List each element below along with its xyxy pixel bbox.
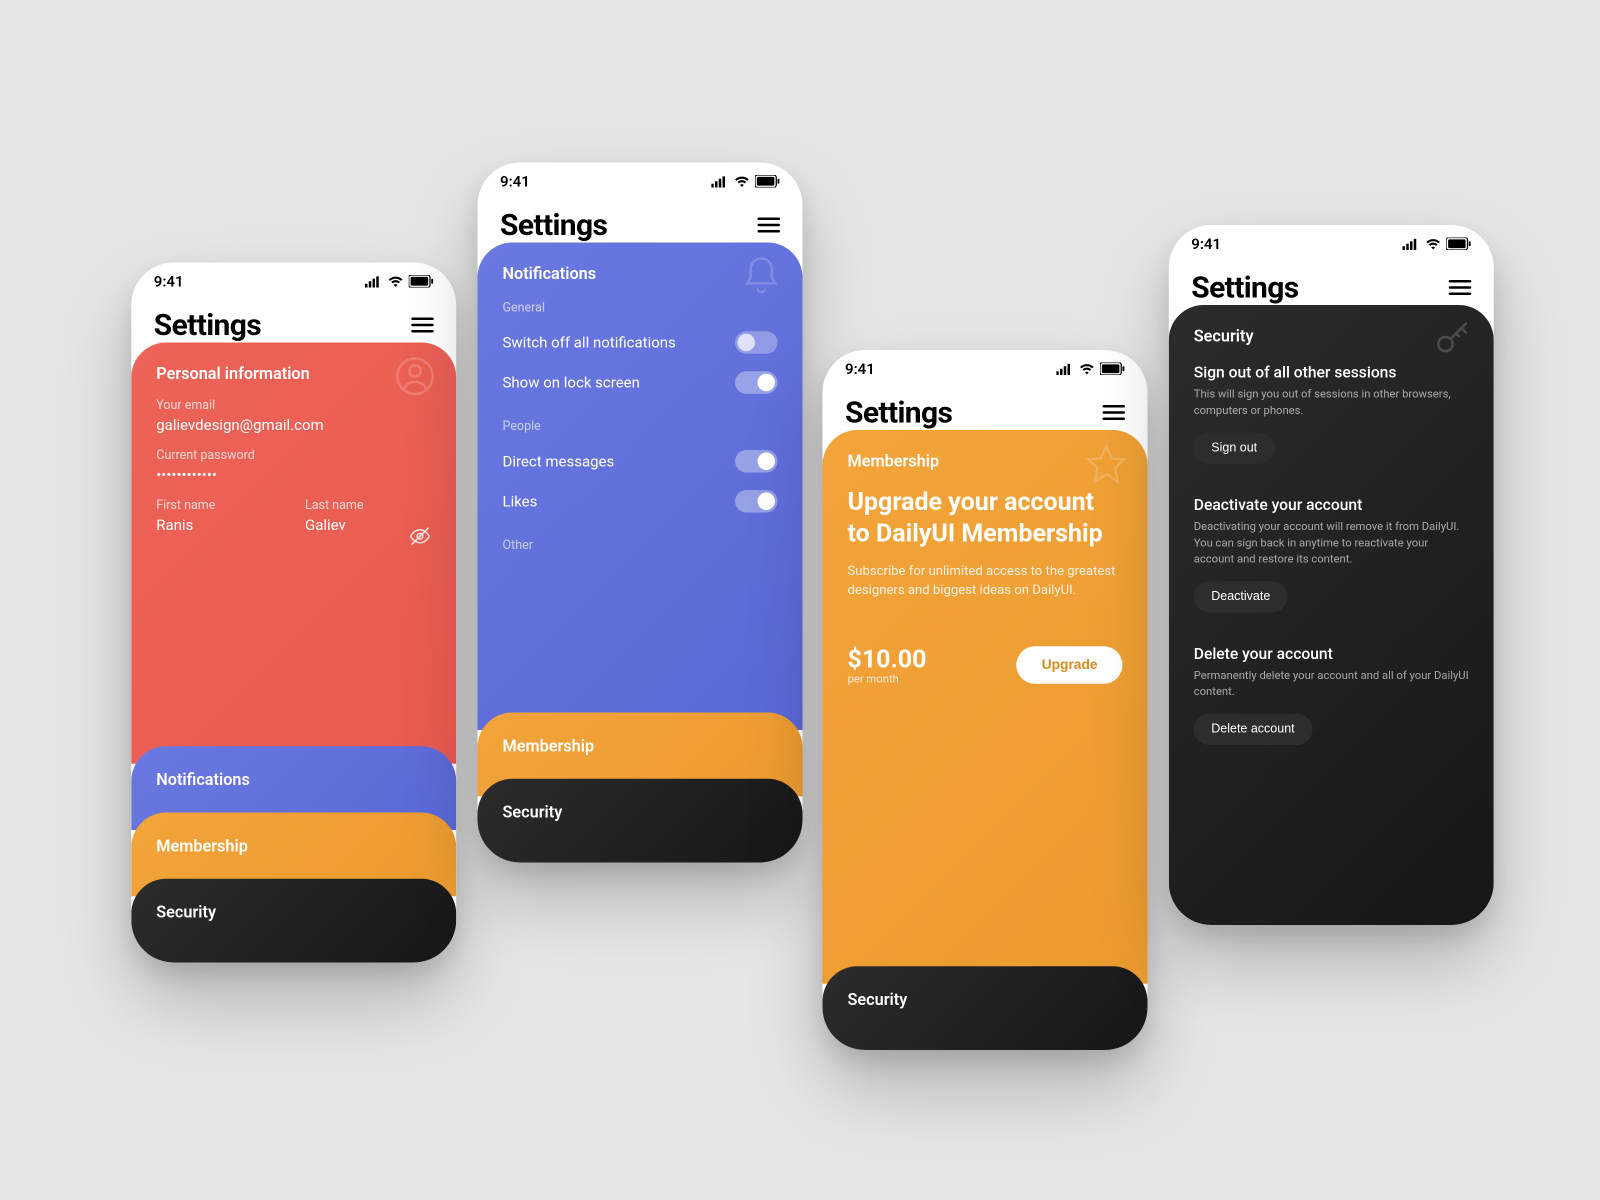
signal-icon (1403, 238, 1421, 249)
tab-notifications-label: Notifications (156, 771, 431, 790)
row-switch-off: Switch off all notifications (503, 323, 778, 363)
lock-screen-label: Show on lock screen (503, 374, 640, 392)
wifi-icon (1425, 238, 1441, 249)
toggle-switch-off[interactable] (735, 331, 778, 354)
wifi-icon (388, 276, 404, 287)
status-icons (1403, 238, 1472, 251)
block-delete: Delete your account Permanently delete y… (1194, 645, 1469, 745)
deactivate-desc: Deactivating your account will remove it… (1194, 520, 1469, 569)
menu-button[interactable] (1449, 280, 1472, 295)
statusbar: 9:41 (1169, 225, 1494, 263)
lastname-label: Last name (305, 499, 431, 513)
signal-icon (711, 176, 729, 187)
key-icon (1431, 318, 1474, 361)
bell-icon (740, 255, 783, 298)
section-title-personal: Personal information (156, 365, 431, 384)
upgrade-button[interactable]: Upgrade (1017, 647, 1123, 685)
wifi-icon (734, 176, 750, 187)
eye-off-icon[interactable] (409, 525, 432, 548)
toggle-likes[interactable] (735, 490, 778, 513)
section-security[interactable]: Security Sign out of all other sessions … (1169, 305, 1494, 925)
menu-button[interactable] (411, 318, 434, 333)
star-icon (1085, 443, 1128, 486)
status-icons (365, 275, 434, 288)
battery-icon (1446, 238, 1471, 251)
page-title: Settings (500, 208, 607, 243)
signal-icon (1056, 363, 1074, 374)
signal-icon (365, 276, 383, 287)
phone-membership: 9:41 Settings Membership Upgrade your ac… (823, 350, 1148, 1050)
battery-icon (409, 275, 434, 288)
section-personal[interactable]: Personal information Your email galievde… (131, 343, 456, 764)
membership-period: per month (848, 674, 927, 687)
tab-membership-label: Membership (503, 738, 778, 757)
row-lock-screen: Show on lock screen (503, 363, 778, 403)
section-title-membership: Membership (848, 453, 1123, 472)
wifi-icon (1079, 363, 1095, 374)
tab-membership-label: Membership (156, 838, 431, 857)
battery-icon (1100, 363, 1125, 376)
group-general: General (503, 301, 778, 315)
section-title-security: Security (1194, 328, 1469, 347)
delete-desc: Permanently delete your account and all … (1194, 669, 1469, 702)
menu-button[interactable] (1103, 405, 1126, 420)
delete-title: Delete your account (1194, 645, 1469, 664)
signout-button[interactable]: Sign out (1194, 433, 1275, 464)
battery-icon (755, 175, 780, 188)
toggle-dm[interactable] (735, 450, 778, 473)
tab-security[interactable]: Security (131, 879, 456, 963)
statusbar: 9:41 (823, 350, 1148, 388)
tab-security[interactable]: Security (478, 779, 803, 863)
section-notifications[interactable]: Notifications General Switch off all not… (478, 243, 803, 731)
page-title: Settings (154, 308, 261, 343)
page-title: Settings (845, 395, 952, 430)
email-label: Your email (156, 399, 431, 413)
email-value[interactable]: galievdesign@gmail.com (156, 416, 431, 434)
status-time: 9:41 (1191, 235, 1221, 253)
signout-title: Sign out of all other sessions (1194, 364, 1469, 383)
group-people: People (503, 420, 778, 434)
tab-security[interactable]: Security (823, 966, 1148, 1050)
status-time: 9:41 (154, 273, 184, 291)
membership-price: $10.00 (848, 644, 927, 674)
group-other: Other (503, 539, 778, 553)
membership-headline: Upgrade your account to DailyUI Membersh… (848, 486, 1123, 549)
phone-security: 9:41 Settings Security Sign out of all o… (1169, 225, 1494, 925)
menu-button[interactable] (758, 218, 781, 233)
status-icons (711, 175, 780, 188)
membership-subtext: Subscribe for unlimited access to the gr… (848, 561, 1123, 599)
password-value[interactable]: •••••••••••• (156, 466, 431, 484)
row-likes: Likes (503, 481, 778, 521)
switch-off-label: Switch off all notifications (503, 334, 676, 352)
block-deactivate: Deactivate your account Deactivating you… (1194, 496, 1469, 612)
phone-notifications: 9:41 Settings Notifications General Swit… (478, 163, 803, 863)
row-dm: Direct messages (503, 441, 778, 481)
block-signout: Sign out of all other sessions This will… (1194, 364, 1469, 464)
status-icons (1056, 363, 1125, 376)
person-icon (394, 355, 437, 398)
statusbar: 9:41 (478, 163, 803, 201)
delete-button[interactable]: Delete account (1194, 714, 1312, 745)
deactivate-button[interactable]: Deactivate (1194, 582, 1288, 613)
signout-desc: This will sign you out of sessions in ot… (1194, 388, 1469, 421)
toggle-lock-screen[interactable] (735, 371, 778, 394)
page-title: Settings (1191, 270, 1298, 305)
dm-label: Direct messages (503, 453, 615, 471)
firstname-label: First name (156, 499, 282, 513)
tab-security-label: Security (503, 804, 778, 823)
status-time: 9:41 (500, 173, 530, 191)
section-membership[interactable]: Membership Upgrade your account to Daily… (823, 430, 1148, 984)
phone-personal: 9:41 Settings Personal information Your … (131, 263, 456, 963)
tab-security-label: Security (848, 991, 1123, 1010)
deactivate-title: Deactivate your account (1194, 496, 1469, 515)
likes-label: Likes (503, 493, 538, 511)
tab-security-label: Security (156, 904, 431, 923)
firstname-value[interactable]: Ranis (156, 516, 282, 534)
section-title-notifications: Notifications (503, 265, 778, 284)
status-time: 9:41 (845, 360, 875, 378)
password-label: Current password (156, 449, 431, 463)
statusbar: 9:41 (131, 263, 456, 301)
